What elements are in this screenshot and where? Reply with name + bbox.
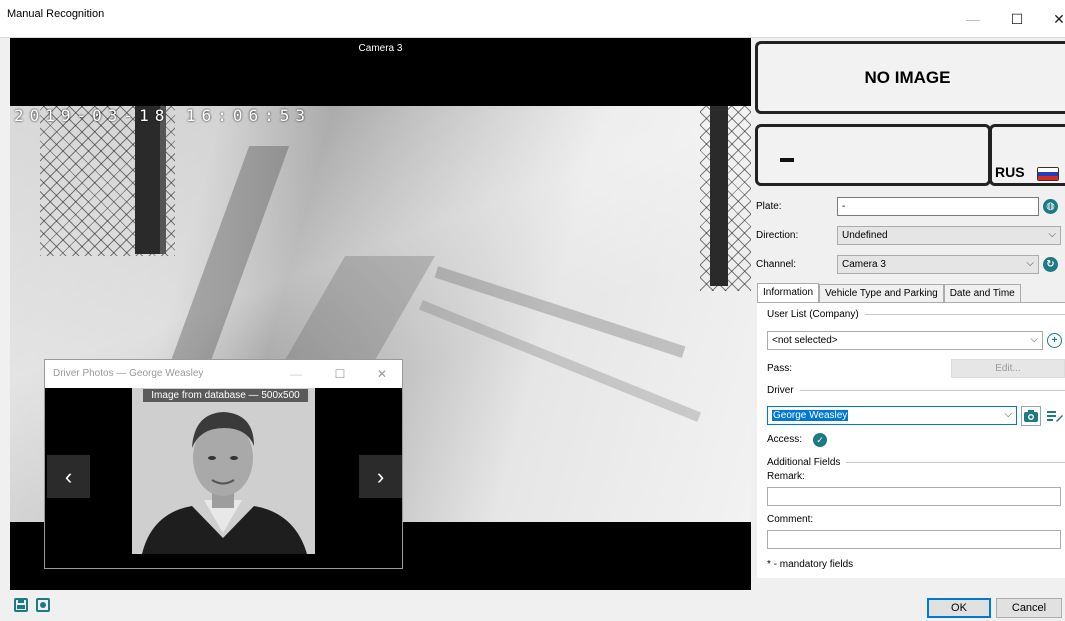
plate-text-box [755, 124, 991, 186]
check-icon: ✓ [813, 433, 827, 447]
globe-icon: ◍ [1043, 199, 1058, 214]
minimize-button[interactable]: — [954, 0, 992, 38]
photo-caption: Image from database — 500x500 [143, 389, 308, 402]
tab-bar: Information Vehicle Type and Parking Dat… [757, 283, 1021, 304]
comment-input[interactable] [767, 530, 1061, 549]
add-user-button[interactable]: + [1045, 331, 1064, 350]
previous-photo-button[interactable]: ‹ [47, 455, 90, 498]
country-box: RUS [989, 124, 1065, 186]
plate-dash [780, 158, 794, 162]
plate-label: Plate: [756, 201, 782, 212]
video-timestamp: 2019-03-18 16:06:53 [14, 106, 312, 125]
window-title: Manual Recognition [7, 8, 105, 20]
remark-label: Remark: [767, 471, 805, 482]
tab-date-and-time[interactable]: Date and Time [943, 284, 1021, 303]
user-list-label: User List (Company) [767, 309, 859, 320]
channel-label: Channel: [756, 259, 797, 270]
driver-photo [132, 388, 315, 554]
driver-photos-minimize-button[interactable]: — [281, 360, 311, 388]
plate-image-box: NO IMAGE [755, 41, 1065, 114]
title-bar: Manual Recognition — ☐ ✕ [0, 0, 1065, 38]
take-photo-button[interactable] [1021, 406, 1041, 426]
bottom-bar: OK Cancel [0, 590, 1065, 621]
driver-select[interactable]: George Weasley ⌵ [767, 406, 1017, 425]
driver-photos-titlebar: Driver Photos — George Weasley — ☐ ✕ [45, 360, 402, 388]
next-photo-button[interactable]: › [359, 455, 402, 498]
channel-value: Camera 3 [842, 259, 886, 270]
driver-photos-title: Driver Photos — George Weasley [53, 368, 204, 379]
remark-input[interactable] [767, 487, 1061, 506]
chevron-down-icon: ⌵ [1048, 229, 1056, 240]
user-list-group: User List (Company) [767, 309, 1065, 320]
comment-label: Comment: [767, 514, 814, 525]
tab-vehicle-type-and-parking[interactable]: Vehicle Type and Parking [819, 284, 944, 303]
save-icon [17, 600, 25, 609]
access-label: Access: [767, 434, 803, 445]
refresh-button[interactable]: ↻ [1041, 255, 1060, 274]
direction-select[interactable]: Undefined ⌵ [837, 226, 1061, 245]
globe-button[interactable]: ◍ [1041, 197, 1060, 216]
additional-fields-group: Additional Fields [767, 457, 1065, 468]
no-image-label: NO IMAGE [864, 67, 951, 87]
ok-button[interactable]: OK [927, 598, 991, 618]
plate-input[interactable]: - [837, 197, 1039, 216]
chevron-down-icon: ⌵ [1030, 334, 1038, 345]
driver-value: George Weasley [772, 410, 849, 421]
channel-select[interactable]: Camera 3 ⌵ [837, 255, 1039, 274]
information-panel: User List (Company) <not selected> ⌵ + P… [757, 302, 1065, 578]
driver-photos-window: Driver Photos — George Weasley — ☐ ✕ Ima… [44, 359, 403, 569]
add-icon: + [1047, 333, 1062, 348]
driver-group-label: Driver [767, 385, 794, 396]
maximize-button[interactable]: ☐ [998, 0, 1036, 38]
user-list-value: <not selected> [772, 335, 838, 346]
snapshot-icon [40, 602, 46, 608]
user-list-select[interactable]: <not selected> ⌵ [767, 331, 1043, 350]
camera-label: Camera 3 [358, 43, 403, 54]
edit-list-icon [1047, 411, 1063, 422]
chevron-down-icon: ⌵ [1004, 409, 1012, 420]
direction-value: Undefined [842, 230, 888, 241]
driver-group: Driver [767, 385, 1065, 396]
refresh-icon: ↻ [1043, 257, 1058, 272]
mandatory-note: * - mandatory fields [767, 559, 854, 570]
pass-label: Pass: [767, 363, 793, 374]
recognition-panel: NO IMAGE RUS Plate: - ◍ Direction: Undef… [753, 38, 1065, 590]
edit-list-button[interactable] [1045, 406, 1065, 426]
save-button[interactable] [14, 598, 28, 612]
camera-icon [1024, 410, 1038, 422]
cancel-button[interactable]: Cancel [996, 598, 1062, 618]
direction-label: Direction: [756, 230, 799, 241]
driver-photos-maximize-button[interactable]: ☐ [325, 360, 355, 388]
tab-information[interactable]: Information [757, 283, 820, 304]
russia-flag-icon [1037, 167, 1059, 181]
chevron-down-icon: ⌵ [1026, 258, 1034, 269]
snapshot-button[interactable] [36, 598, 50, 612]
close-button[interactable]: ✕ [1040, 0, 1065, 38]
country-code: RUS [995, 164, 1025, 180]
additional-fields-label: Additional Fields [767, 457, 841, 468]
driver-photos-close-button[interactable]: ✕ [367, 360, 397, 388]
edit-button[interactable]: Edit... [951, 359, 1065, 378]
